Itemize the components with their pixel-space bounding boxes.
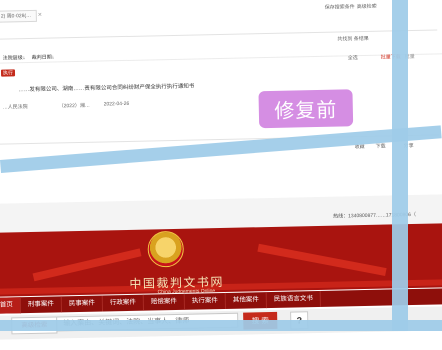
divider [0,29,438,40]
result-list-pane: 2) 周0·028(… × 保存搜索条件 高级检索 共找到 条结果 法院层级↓ … [0,0,442,204]
close-icon[interactable]: × [38,12,42,19]
nav-home[interactable]: 首页 [0,297,22,314]
sort-by-court-level[interactable]: 法院层级↓ [3,54,26,61]
sort-by-date[interactable]: 裁判日期↓ [32,53,55,60]
nav-administrative[interactable]: 行政案件 [102,294,145,312]
hero-banner: 中国裁判文书网 China Judgements Online [0,222,442,297]
hotline-label: 热线： [333,213,349,220]
advanced-search-link[interactable]: 高级检索 [357,3,377,10]
case-court: …人民法院 [2,104,28,111]
sort-bar [0,41,442,64]
nav-civil[interactable]: 民事案件 [61,295,104,313]
save-condition-link[interactable]: 保存搜索条件 [325,3,355,11]
case-title-link[interactable]: ……发有限公司、湖南……责有限公司合同纠纷财产保全执行执行通知书 [18,82,194,94]
nav-criminal[interactable]: 刑事案件 [20,296,63,314]
result-count: 共找到 条结果 [337,35,369,43]
tape-strip-vertical [392,0,408,331]
case-number: （2022）湘… [58,102,90,110]
nav-other[interactable]: 其他案件 [225,292,267,309]
nav-compensation[interactable]: 赔偿案件 [143,293,186,311]
decorative-ribbon [32,248,142,282]
before-repair-badge: 修复前 [258,89,354,129]
download-button[interactable]: 下载 [376,143,386,150]
query-chip-text: 2) 周0·028(… [0,12,32,20]
tape-strip-bottom [0,320,442,331]
case-date: 2022-04-26 [103,100,130,108]
court-emblem-icon [147,230,185,268]
decorative-ribbon [257,243,387,277]
nav-ethnic-language[interactable]: 民族语言文书 [266,290,321,309]
case-type-tag: 执行 [0,69,16,77]
select-all-checkbox[interactable]: 全选 [348,54,358,61]
nav-execution[interactable]: 执行案件 [184,292,227,310]
